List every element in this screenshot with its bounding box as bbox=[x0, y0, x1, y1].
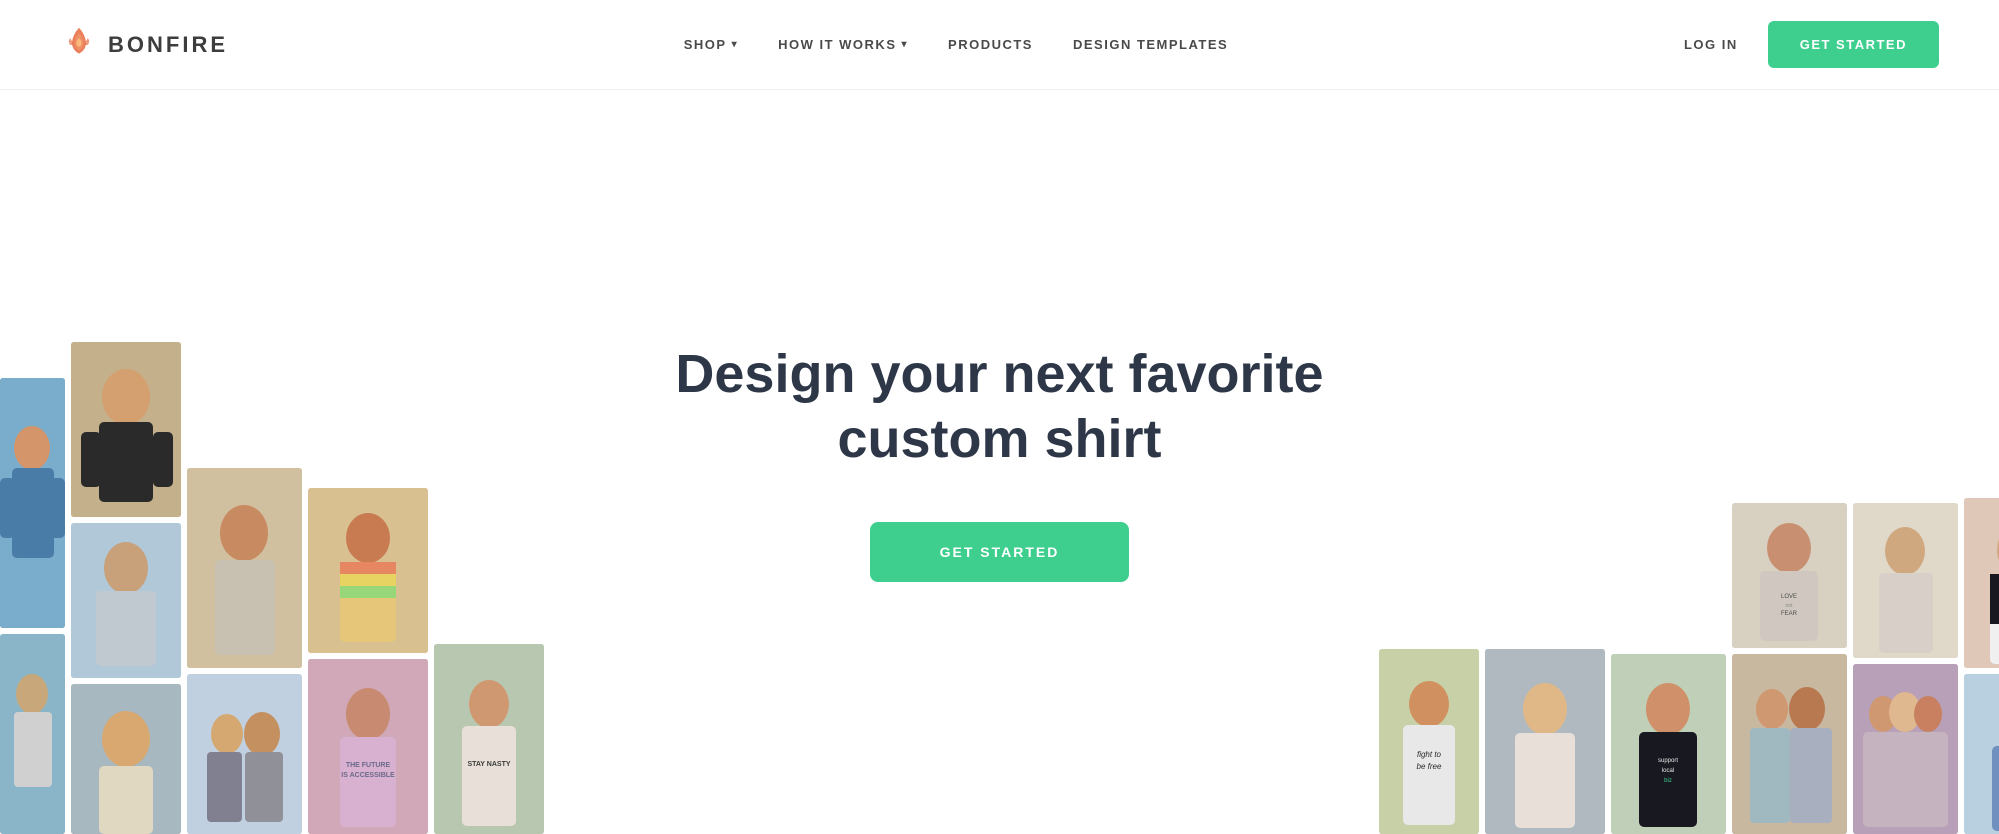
photo-7 bbox=[187, 674, 302, 834]
brand-name: BONFIRE bbox=[108, 32, 228, 58]
photo-4 bbox=[71, 523, 181, 678]
collage-col-r5 bbox=[1853, 503, 1958, 834]
nav-actions: LOG IN GET STARTED bbox=[1684, 21, 1939, 68]
svg-text:be free: be free bbox=[1417, 762, 1442, 771]
photo-r2 bbox=[1485, 649, 1605, 834]
collage-col-1 bbox=[0, 378, 65, 834]
shop-chevron-icon: ▾ bbox=[732, 39, 739, 50]
photo-r3: support local biz bbox=[1611, 654, 1726, 834]
svg-text:STAY NASTY: STAY NASTY bbox=[467, 761, 510, 768]
collage-col-r4: LOVE not FEAR bbox=[1732, 503, 1847, 834]
collage-col-r2 bbox=[1485, 649, 1605, 834]
svg-text:THE FUTURE: THE FUTURE bbox=[346, 762, 391, 769]
nav-how-it-works[interactable]: HOW IT WORKS ▾ bbox=[778, 37, 908, 52]
photo-3 bbox=[71, 342, 181, 517]
svg-text:not: not bbox=[1786, 603, 1794, 609]
collage-col-4: THE FUTURE IS ACCESSIBLE bbox=[308, 488, 428, 834]
svg-text:fight to: fight to bbox=[1417, 750, 1442, 759]
navbar: BONFIRE SHOP ▾ HOW IT WORKS ▾ PRODUCTS D… bbox=[0, 0, 1999, 90]
collage-right: fight to be free bbox=[1379, 314, 1999, 834]
photo-1 bbox=[0, 378, 65, 628]
nav-products[interactable]: PRODUCTS bbox=[948, 37, 1033, 52]
nav-design-templates[interactable]: DESIGN TEMPLATES bbox=[1073, 37, 1228, 52]
hero-section: THE FUTURE IS ACCESSIBLE STAY NASTY bbox=[0, 90, 1999, 834]
logo[interactable]: BONFIRE bbox=[60, 26, 228, 64]
photo-r7 bbox=[1853, 664, 1958, 834]
svg-text:support: support bbox=[1658, 758, 1678, 764]
svg-text:IS ACCESSIBLE: IS ACCESSIBLE bbox=[341, 772, 395, 779]
bonfire-logo-icon bbox=[60, 26, 98, 64]
how-it-works-chevron-icon: ▾ bbox=[902, 39, 909, 50]
hero-get-started-button[interactable]: GET STARTED bbox=[870, 522, 1130, 582]
photo-r6 bbox=[1853, 503, 1958, 658]
nav-shop[interactable]: SHOP ▾ bbox=[684, 37, 738, 52]
photo-r5 bbox=[1732, 654, 1847, 834]
svg-text:FEAR: FEAR bbox=[1781, 611, 1798, 617]
collage-col-r6 bbox=[1964, 498, 1999, 834]
svg-text:biz: biz bbox=[1664, 778, 1672, 784]
collage-left: THE FUTURE IS ACCESSIBLE STAY NASTY bbox=[0, 314, 620, 834]
nav-get-started-button[interactable]: GET STARTED bbox=[1768, 21, 1939, 68]
hero-title: Design your next favorite custom shirt bbox=[675, 342, 1323, 472]
photo-r9 bbox=[1964, 674, 1999, 834]
photo-2 bbox=[0, 634, 65, 834]
collage-col-2 bbox=[71, 342, 181, 834]
photo-r8 bbox=[1964, 498, 1999, 668]
svg-text:LOVE: LOVE bbox=[1781, 594, 1797, 600]
login-link[interactable]: LOG IN bbox=[1684, 37, 1738, 52]
collage-col-r1: fight to be free bbox=[1379, 649, 1479, 834]
photo-10: STAY NASTY bbox=[434, 644, 544, 834]
photo-r4: LOVE not FEAR bbox=[1732, 503, 1847, 648]
collage-col-3 bbox=[187, 468, 302, 834]
photo-6 bbox=[187, 468, 302, 668]
photo-5 bbox=[71, 684, 181, 834]
hero-content: Design your next favorite custom shirt G… bbox=[675, 342, 1323, 582]
photo-9: THE FUTURE IS ACCESSIBLE bbox=[308, 659, 428, 834]
svg-text:local: local bbox=[1662, 768, 1674, 774]
collage-col-r3: support local biz bbox=[1611, 654, 1726, 834]
collage-col-5: STAY NASTY bbox=[434, 644, 544, 834]
photo-8 bbox=[308, 488, 428, 653]
photo-r1: fight to be free bbox=[1379, 649, 1479, 834]
nav-links: SHOP ▾ HOW IT WORKS ▾ PRODUCTS DESIGN TE… bbox=[684, 37, 1228, 52]
